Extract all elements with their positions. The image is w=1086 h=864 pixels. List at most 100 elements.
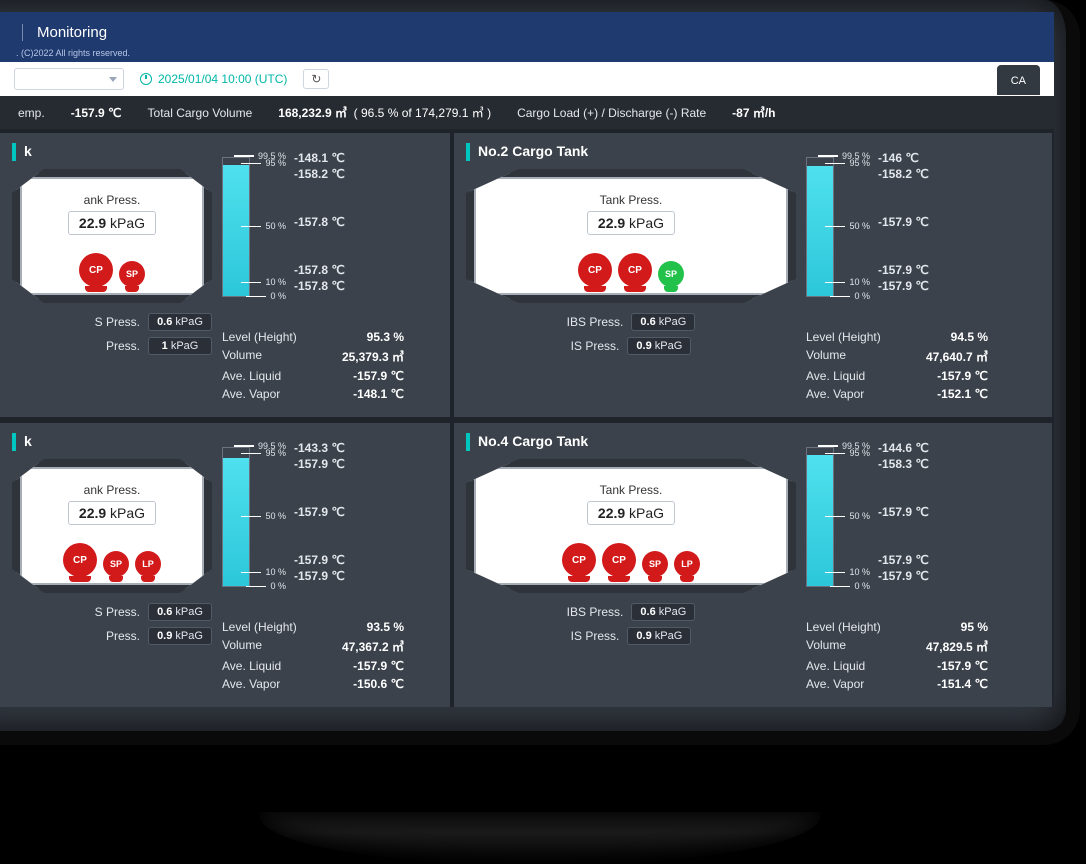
gauge-tick: 0 %: [830, 291, 870, 301]
level-value: 93.5 %: [367, 620, 404, 634]
ibs-press-label: IBS Press.: [567, 315, 624, 329]
temp-reading: -146 ℃: [878, 151, 956, 165]
pump-cp[interactable]: CP: [618, 253, 652, 287]
temp-reading: [294, 521, 372, 551]
total-volume-pct: ( 96.5 % of 174,279.1 ㎥ ): [354, 106, 491, 120]
temp-reading: -144.6 ℃: [878, 441, 956, 455]
refresh-button[interactable]: [303, 69, 329, 89]
tank-title: No.2 Cargo Tank: [466, 143, 796, 161]
ave-temp-label: emp.: [18, 106, 45, 120]
gauge-tick: 10 %: [241, 277, 286, 287]
temp-reading: -157.9 ℃: [878, 263, 956, 277]
is-press-label: Press.: [106, 339, 140, 353]
tank-title: k: [12, 433, 212, 451]
volume-label: Volume: [222, 638, 262, 655]
ave-liquid-value: -157.9 ℃: [937, 659, 988, 673]
copyright-text: . (C)2022 All rights reserved.: [0, 48, 1054, 62]
pump-sp[interactable]: SP: [119, 261, 145, 287]
temp-reading: -157.8 ℃: [294, 215, 372, 229]
tab-ca[interactable]: CA: [997, 65, 1040, 95]
level-gauge: 99.5 %95 %50 %10 %0 %: [222, 433, 284, 587]
gauge-tick: 50 %: [825, 221, 870, 231]
temp-reading: -148.1 ℃: [294, 151, 372, 165]
is-press-label: IS Press.: [571, 629, 620, 643]
tank-press-label: ank Press.: [30, 483, 194, 497]
temp-reading: -157.8 ℃: [294, 263, 372, 277]
pump-cp[interactable]: CP: [602, 543, 636, 577]
tank-panel-4: No.4 Cargo TankTank Press.22.9 kPaGCPCPS…: [454, 423, 1052, 707]
temp-column: -146 ℃-158.2 ℃-157.9 ℃-157.9 ℃-157.9 ℃: [878, 143, 956, 297]
pump-lp[interactable]: LP: [674, 551, 700, 577]
ibs-press-label: S Press.: [95, 605, 140, 619]
is-press-label: IS Press.: [571, 339, 620, 353]
tank-press-label: Tank Press.: [484, 483, 778, 497]
temp-reading: -157.9 ℃: [878, 553, 956, 567]
ave-vapor-value: -151.4 ℃: [937, 677, 988, 691]
rate-label: Cargo Load (+) / Discharge (-) Rate: [517, 106, 706, 120]
temp-reading: -158.3 ℃: [878, 457, 956, 471]
temp-reading: -157.9 ℃: [294, 569, 372, 583]
gauge-tick: 0 %: [830, 581, 870, 591]
volume-value: 47,367.2 ㎥: [342, 638, 404, 655]
tank-stats: Level (Height)94.5 %Volume47,640.7 ㎥Ave.…: [806, 316, 988, 403]
temp-reading: [878, 183, 956, 213]
temp-reading: [294, 473, 372, 503]
gauge-tick: 10 %: [825, 277, 870, 287]
vessel-select[interactable]: [14, 68, 124, 90]
temp-reading: -158.2 ℃: [294, 167, 372, 181]
ave-liquid-label: Ave. Liquid: [806, 369, 865, 383]
pump-sp[interactable]: SP: [103, 551, 129, 577]
gauge-tick: 95 %: [241, 158, 286, 168]
tank-card: Tank Press.22.9 kPaGCPCPSP: [466, 169, 796, 303]
ave-liquid-value: -157.9 ℃: [353, 369, 404, 383]
ave-vapor-label: Ave. Vapor: [806, 677, 864, 691]
level-label: Level (Height): [806, 330, 881, 344]
pump-cp[interactable]: CP: [562, 543, 596, 577]
ibs-press-label: S Press.: [95, 315, 140, 329]
ibs-press-value: 0.6 kPaG: [631, 313, 695, 331]
pump-lp[interactable]: LP: [135, 551, 161, 577]
gauge-tick: 0 %: [246, 581, 286, 591]
level-value: 95 %: [961, 620, 988, 634]
temp-reading: [878, 473, 956, 503]
summary-bar: emp. -157.9 ℃ Total Cargo Volume 168,232…: [0, 96, 1054, 129]
rate-value: -87 ㎥/h: [732, 104, 775, 121]
temp-reading: -158.2 ℃: [878, 167, 956, 181]
page-title: Monitoring: [22, 24, 107, 41]
ave-vapor-label: Ave. Vapor: [222, 387, 280, 401]
ave-vapor-label: Ave. Vapor: [222, 677, 280, 691]
temp-reading: -157.9 ℃: [878, 215, 956, 229]
level-label: Level (Height): [806, 620, 881, 634]
timestamp: 2025/01/04 10:00 (UTC): [140, 72, 287, 86]
clock-icon: [140, 73, 152, 85]
temp-reading: -157.9 ℃: [294, 505, 372, 519]
pump-sp[interactable]: SP: [658, 261, 684, 287]
tank-title: No.4 Cargo Tank: [466, 433, 796, 451]
tank-press-value: 22.9 kPaG: [68, 211, 156, 235]
pump-cp[interactable]: CP: [79, 253, 113, 287]
ibs-press-value: 0.6 kPaG: [148, 603, 212, 621]
ave-liquid-value: -157.9 ℃: [353, 659, 404, 673]
tank-stats: Level (Height)95 %Volume47,829.5 ㎥Ave. L…: [806, 606, 988, 693]
ave-vapor-value: -148.1 ℃: [353, 387, 404, 401]
volume-value: 25,379.3 ㎥: [342, 348, 404, 365]
temp-reading: -157.9 ℃: [294, 457, 372, 471]
gauge-tick: 95 %: [241, 448, 286, 458]
gauge-tick: 95 %: [825, 448, 870, 458]
temp-reading: [878, 231, 956, 261]
pump-cp[interactable]: CP: [578, 253, 612, 287]
temp-column: -143.3 ℃-157.9 ℃-157.9 ℃-157.9 ℃-157.9 ℃: [294, 433, 372, 587]
volume-label: Volume: [806, 638, 846, 655]
tank-stats: Level (Height)95.3 %Volume25,379.3 ㎥Ave.…: [222, 316, 404, 403]
tank-press-value: 22.9 kPaG: [68, 501, 156, 525]
pump-cp[interactable]: CP: [63, 543, 97, 577]
tank-panel-2: No.2 Cargo Tank Tank Press.22.9 kPaGCPCPS…: [454, 133, 1052, 417]
tank-title: k: [12, 143, 212, 161]
is-press-label: Press.: [106, 629, 140, 643]
gauge-tick: 50 %: [241, 221, 286, 231]
temp-column: -144.6 ℃-158.3 ℃-157.9 ℃-157.9 ℃-157.9 ℃: [878, 433, 956, 587]
temp-reading: -143.3 ℃: [294, 441, 372, 455]
pump-sp[interactable]: SP: [642, 551, 668, 577]
level-value: 95.3 %: [367, 330, 404, 344]
level-gauge: 99.5 %95 %50 %10 %0 %: [806, 143, 868, 297]
